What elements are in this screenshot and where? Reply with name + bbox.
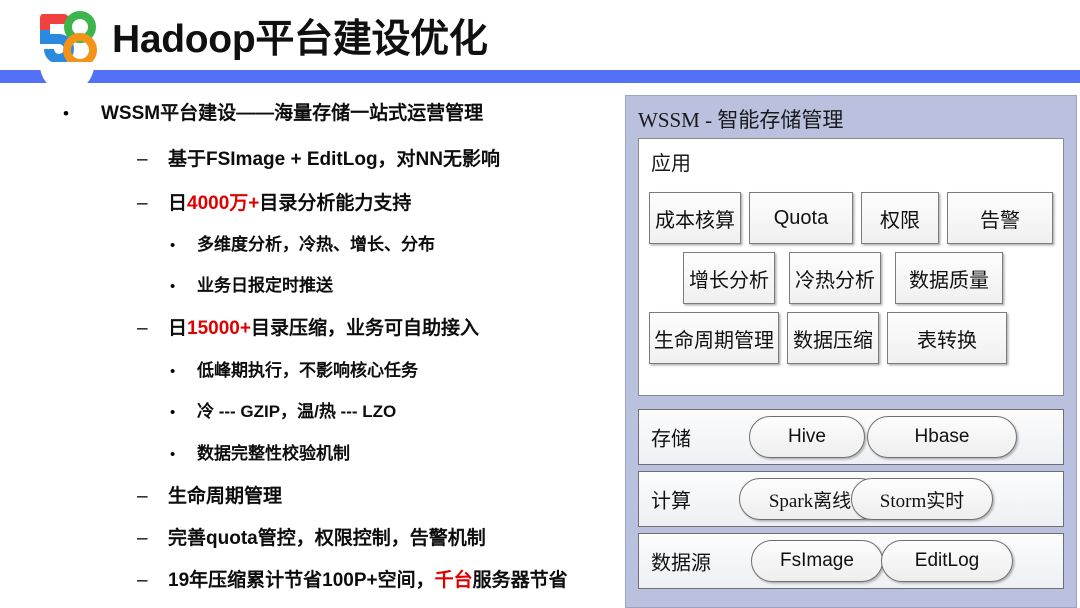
bullet-marker: • [63,104,69,123]
bullet-item: • 冷 --- GZIP，温/热 --- LZO [170,397,396,422]
bullet-text: 日15000+目录压缩，业务可自助接入 [168,313,479,340]
bullet-item: • 低峰期执行，不影响核心任务 [170,356,418,381]
app-node-box[interactable]: 数据压缩 [787,312,879,364]
bullet-item: • WSSM平台建设——海量存储一站式运营管理 [63,98,483,125]
header-accent-bar [0,70,1080,83]
bullet-span: 日 [168,318,188,339]
application-layer-box: 应用 成本核算 Quota 权限 告警增长分析 冷热分析 数据质量生命周期管理 数据压缩 表转… [638,138,1064,396]
bullet-highlight: 15000+ [187,318,251,339]
bullet-span: 数据完整性校验机制 [197,444,350,463]
bullet-item: – 生命周期管理 [137,481,282,508]
bullet-marker: • [170,446,176,463]
bullet-item: – 日4000万+目录分析能力支持 [137,188,411,215]
bullet-highlight: 4000万+ [187,193,260,214]
bullet-text: 业务日报定时推送 [197,271,333,296]
app-node-box[interactable]: 表转换 [887,312,1007,364]
app-node-box[interactable]: 成本核算 [649,192,741,244]
stack-component-pill[interactable]: FsImage [751,540,883,582]
bullet-text: 完善quota管控，权限控制，告警机制 [168,523,486,550]
bullet-marker: – [137,528,148,549]
stack-tier-label: 存储 [651,428,691,451]
bullet-item: – 基于FSImage + EditLog，对NN无影响 [137,144,500,171]
stack-component-pill[interactable]: Storm实时 [851,478,993,520]
bullet-span: 业务日报定时推送 [197,276,333,295]
app-node-box[interactable]: 生命周期管理 [649,312,779,364]
bullet-text: WSSM平台建设——海量存储一站式运营管理 [101,98,483,125]
stack-tier: 存储 Hive Hbase [638,409,1064,465]
bullet-text: 冷 --- GZIP，温/热 --- LZO [197,397,396,422]
stack-component-pill[interactable]: EditLog [881,540,1013,582]
bullet-marker: – [137,570,148,591]
wssm-panel-title: WSSM - 智能存储管理 [638,108,844,132]
app-node-box[interactable]: 告警 [947,192,1053,244]
logo-notch [40,62,94,92]
bullet-span: 目录分析能力支持 [259,193,412,214]
bullet-marker: • [170,237,176,254]
stack-component-pill[interactable]: Hive [749,416,865,458]
bullet-text: 19年压缩累计节省100P+空间，千台服务器节省 [168,565,568,592]
bullet-marker: • [170,278,176,295]
bullet-span: 19年压缩累计节省100P+空间， [168,570,435,591]
app-node-box[interactable]: 增长分析 [683,252,775,304]
application-layer-label: 应用 [651,153,691,175]
bullet-item: • 业务日报定时推送 [170,271,333,296]
58-logo-icon [36,10,98,68]
stack-tier-label: 数据源 [651,552,711,575]
bullet-span: WSSM平台建设——海量存储一站式运营管理 [101,103,484,124]
bullet-span: 基于FSImage + EditLog，对NN无影响 [168,149,500,170]
bullet-span: 服务器节省 [472,570,568,591]
page-title: Hadoop平台建设优化 [112,18,488,61]
bullet-span: 生命周期管理 [168,486,283,507]
bullet-text: 日4000万+目录分析能力支持 [168,188,411,215]
stack-tier: 计算 Spark离线 Storm实时 [638,471,1064,527]
app-node-box[interactable]: 数据质量 [895,252,1003,304]
app-node-box[interactable]: 权限 [861,192,939,244]
bullet-item: • 数据完整性校验机制 [170,439,350,464]
bullet-span: 多维度分析，冷热、增长、分布 [197,235,435,254]
bullet-text: 数据完整性校验机制 [197,439,350,464]
bullet-item: – 完善quota管控，权限控制，告警机制 [137,523,486,550]
stack-tier-label: 计算 [651,490,691,513]
bullet-item: • 多维度分析，冷热、增长、分布 [170,230,435,255]
bullet-highlight: 千台 [434,570,473,591]
stack-tier: 数据源 FsImage EditLog [638,533,1064,589]
bullet-text: 生命周期管理 [168,481,282,508]
bullet-item: – 日15000+目录压缩，业务可自助接入 [137,313,479,340]
bullet-span: 低峰期执行，不影响核心任务 [197,361,418,380]
bullet-span: 日 [168,193,188,214]
bullet-marker: • [170,404,176,421]
bullet-text: 多维度分析，冷热、增长、分布 [197,230,435,255]
wssm-architecture-panel: WSSM - 智能存储管理 应用 成本核算 Quota 权限 告警 增长分析 冷热分析 数据… [625,95,1077,608]
bullet-span: 目录压缩，业务可自助接入 [250,318,479,339]
app-node-box[interactable]: Quota [749,192,853,244]
bullet-text: 低峰期执行，不影响核心任务 [197,356,418,381]
bullet-span: 冷 --- GZIP，温/热 --- LZO [197,402,397,421]
bullet-marker: • [170,363,176,380]
bullet-marker: – [137,486,148,507]
bullet-text: 基于FSImage + EditLog，对NN无影响 [168,144,500,171]
app-node-box[interactable]: 冷热分析 [789,252,881,304]
bullet-marker: – [137,318,148,339]
bullet-list: • WSSM平台建设——海量存储一站式运营管理 – 基于FSImage + EditL… [0,94,612,608]
bullet-marker: – [137,149,148,170]
stack-component-pill[interactable]: Hbase [867,416,1017,458]
bullet-span: 完善quota管控，权限控制，告警机制 [168,528,486,549]
slide-header: Hadoop平台建设优化 [0,0,1080,92]
bullet-item: –19年压缩累计节省100P+空间，千台服务器节省 [137,565,568,592]
bullet-marker: – [137,193,148,214]
